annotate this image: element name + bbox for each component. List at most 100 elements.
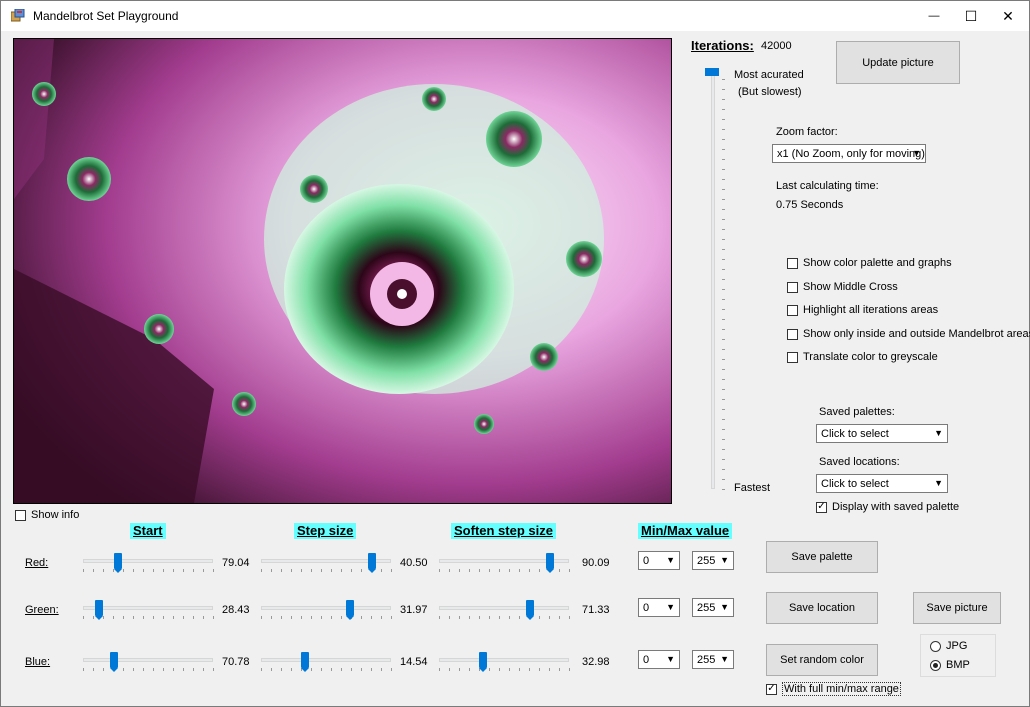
max-value-select[interactable]: 255 ▼ [692,551,734,570]
slider-tick [722,79,725,80]
checkbox-box[interactable] [787,328,798,340]
mandelbrot-picture[interactable] [13,38,672,504]
chevron-down-icon: ▼ [720,555,729,565]
slider-tick [722,149,725,150]
checkmark-icon[interactable]: ✓ [766,683,777,695]
checkbox-box[interactable] [787,281,798,293]
slider-tick [722,349,725,350]
save-picture-button[interactable]: Save picture [913,592,1001,624]
slider-tick [722,479,725,480]
slider-tick [722,269,725,270]
start-slider-track[interactable] [83,658,213,662]
format-group: JPG BMP [920,634,996,677]
option-checkbox[interactable]: Highlight all iterations areas [787,304,938,316]
start-slider-thumb[interactable] [95,600,103,620]
set-random-color-button[interactable]: Set random color [766,644,878,676]
save-palette-button[interactable]: Save palette [766,541,878,573]
row-label: Blue: [25,656,51,668]
option-checkbox[interactable]: Show only inside and outside Mandelbrot … [787,328,1030,340]
checkbox-box[interactable] [787,304,798,316]
soften-slider-thumb[interactable] [546,553,554,573]
iterations-bottom-label: Fastest [734,482,771,494]
saved-palettes-select[interactable]: Click to select ▼ [816,424,948,443]
slider-tick [722,489,725,490]
show-info-checkbox[interactable]: Show info [15,509,79,521]
full-range-checkbox[interactable]: ✓ With full min/max range [766,682,901,696]
slider-tick [722,259,725,260]
step-size-header: Step size [294,523,357,539]
step-slider-track[interactable] [261,606,391,610]
radio-bmp[interactable] [930,659,941,671]
bmp-radio[interactable]: BMP [930,659,970,671]
minimize-icon: — [928,10,940,22]
fractal-image [14,39,671,503]
step-slider-thumb[interactable] [301,652,309,672]
slider-tick [722,409,725,410]
checkbox-box[interactable] [787,257,798,269]
slider-ticks [83,569,214,572]
slider-tick [722,139,725,140]
close-button[interactable]: ✕ [985,1,1030,31]
iterations-slider-ticks [722,79,726,490]
saved-locations-select[interactable]: Click to select ▼ [816,474,948,493]
slider-tick [722,469,725,470]
max-value-select[interactable]: 255 ▼ [692,598,734,617]
update-picture-button[interactable]: Update picture [836,41,960,84]
row-label: Green: [25,604,59,616]
zoom-factor-select[interactable]: x1 (No Zoom, only for moving) ▼ [772,144,926,163]
slider-ticks [261,668,392,671]
step-slider-track[interactable] [261,658,391,662]
step-value: 31.97 [400,604,428,616]
chevron-down-icon: ▼ [934,478,943,488]
soften-value: 71.33 [582,604,610,616]
max-value-select[interactable]: 255 ▼ [692,650,734,669]
row-label: Red: [25,557,49,569]
option-checkbox[interactable]: Show color palette and graphs [787,257,952,269]
slider-tick [722,89,725,90]
calc-time-value: 0.75 Seconds [776,199,844,211]
display-saved-palette-checkbox[interactable]: ✓ Display with saved palette [816,501,959,513]
maximize-icon: ☐ [964,7,978,24]
step-value: 40.50 [400,557,428,569]
step-value: 14.54 [400,656,428,668]
checkbox-box[interactable] [15,509,26,521]
step-slider-thumb[interactable] [346,600,354,620]
radio-jpg[interactable] [930,640,941,652]
iterations-slider-track[interactable] [711,69,715,489]
checkbox-box[interactable] [787,351,798,363]
chevron-down-icon: ▼ [720,602,729,612]
start-slider-track[interactable] [83,559,213,563]
chevron-down-icon: ▼ [934,428,943,438]
soften-slider-track[interactable] [439,658,569,662]
zoom-factor-label: Zoom factor: [776,126,838,138]
start-slider-thumb[interactable] [114,553,122,573]
iterations-slider-thumb[interactable] [705,68,719,76]
min-value-select[interactable]: 0 ▼ [638,598,680,617]
slider-tick [722,429,725,430]
slider-tick [722,179,725,180]
soften-slider-track[interactable] [439,606,569,610]
soften-slider-thumb[interactable] [526,600,534,620]
option-checkbox[interactable]: Translate color to greyscale [787,351,938,363]
step-slider-thumb[interactable] [368,553,376,573]
window-title: Mandelbrot Set Playground [33,9,179,23]
option-checkbox[interactable]: Show Middle Cross [787,281,898,293]
start-value: 28.43 [222,604,250,616]
slider-tick [722,159,725,160]
jpg-radio[interactable]: JPG [930,640,967,652]
close-icon: ✕ [1002,7,1014,24]
min-value-select[interactable]: 0 ▼ [638,551,680,570]
slider-tick [722,99,725,100]
checkmark-icon[interactable]: ✓ [816,501,827,513]
slider-tick [722,219,725,220]
slider-ticks [439,616,570,619]
save-location-button[interactable]: Save location [766,592,878,624]
slider-tick [722,279,725,280]
min-value-select[interactable]: 0 ▼ [638,650,680,669]
soften-slider-thumb[interactable] [479,652,487,672]
slider-ticks [261,616,392,619]
start-slider-thumb[interactable] [110,652,118,672]
slider-tick [722,199,725,200]
chevron-down-icon: ▼ [666,555,675,565]
saved-locations-label: Saved locations: [819,456,900,468]
